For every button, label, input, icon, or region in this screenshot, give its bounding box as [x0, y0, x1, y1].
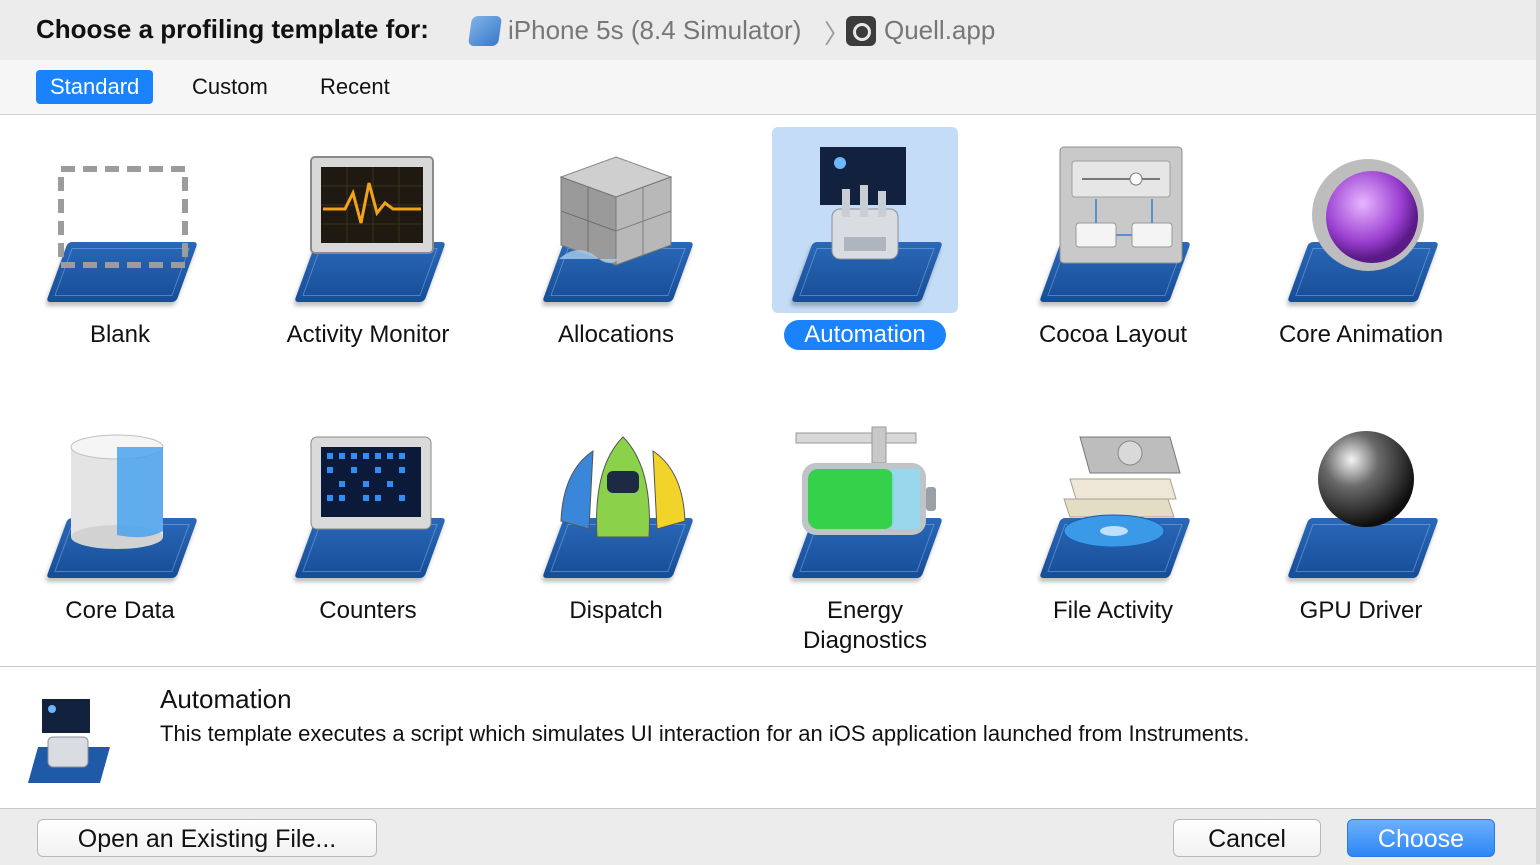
counters-icon [310, 436, 432, 530]
energy-diagnostics-icon [795, 426, 936, 535]
template-label: Counters [319, 597, 417, 624]
template-tile[interactable] [523, 403, 709, 589]
template-file-activity[interactable]: File Activity [993, 391, 1233, 661]
template-tile[interactable] [27, 403, 213, 589]
cocoa-layout-icon [1059, 146, 1183, 264]
template-label: Core Animation [1278, 321, 1444, 348]
template-label: Allocations [557, 321, 675, 348]
app-label: Quell.app [884, 15, 996, 45]
device-label: iPhone 5s (8.4 Simulator) [508, 15, 802, 45]
tab-recent[interactable]: Recent [306, 70, 404, 104]
template-counters[interactable]: Counters [248, 391, 488, 661]
file-activity-icon [1063, 436, 1181, 548]
core-animation-icon [1312, 159, 1424, 271]
template-tile[interactable] [1020, 403, 1206, 589]
template-label-line2: Diagnostics [802, 627, 928, 654]
template-tile-selected[interactable] [772, 127, 958, 313]
template-label-line1: Energy [826, 597, 904, 624]
template-tile[interactable] [1268, 127, 1454, 313]
tab-custom[interactable]: Custom [178, 70, 282, 104]
simulator-device-icon [467, 15, 503, 46]
template-core-animation[interactable]: Core Animation [1241, 115, 1481, 385]
template-dispatch[interactable]: Dispatch [496, 391, 736, 661]
template-label: Core Data [65, 597, 175, 624]
breadcrumb-device[interactable]: iPhone 5s (8.4 Simulator) [467, 15, 802, 46]
dialog-footer: Open an Existing File... Cancel Choose [0, 808, 1540, 865]
dialog-title: Choose a profiling template for: [36, 14, 429, 44]
template-tile[interactable] [275, 127, 461, 313]
template-allocations[interactable]: Allocations [496, 115, 736, 385]
allocations-icon [559, 156, 673, 266]
template-tile[interactable] [27, 127, 213, 313]
dispatch-icon [560, 436, 686, 538]
gpu-driver-icon [1318, 431, 1414, 527]
template-tile[interactable] [1020, 127, 1206, 313]
blank-icon [58, 166, 188, 268]
tab-bar: Standard Custom Recent [0, 60, 1540, 170]
choose-button[interactable]: Choose [1347, 819, 1495, 857]
template-label: GPU Driver [1299, 597, 1423, 624]
template-tile[interactable] [1268, 403, 1454, 589]
template-label: File Activity [1052, 597, 1174, 624]
tab-standard[interactable]: Standard [36, 70, 154, 104]
template-tile[interactable] [772, 403, 958, 589]
template-grid: Blank Activity Monitor Allocations Autom… [0, 115, 1540, 665]
automation-icon [820, 147, 906, 260]
cancel-button[interactable]: Cancel [1173, 819, 1321, 857]
activity-monitor-icon [310, 156, 434, 254]
template-label-selected: Automation [784, 320, 946, 350]
template-energy-diagnostics[interactable]: Energy Diagnostics [745, 391, 985, 661]
core-data-icon [70, 434, 164, 549]
template-gpu-driver[interactable]: GPU Driver [1241, 391, 1481, 661]
window-edge [1536, 0, 1540, 864]
template-activity-monitor[interactable]: Activity Monitor [248, 115, 488, 385]
template-automation[interactable]: Automation [745, 115, 985, 385]
description-text: This template executes a script which si… [160, 721, 1250, 746]
template-blank[interactable]: Blank [0, 115, 240, 385]
template-label: Activity Monitor [286, 321, 450, 348]
open-existing-file-button[interactable]: Open an Existing File... [37, 819, 377, 857]
template-tile[interactable] [523, 127, 709, 313]
template-description-panel: Automation This template executes a scri… [0, 666, 1540, 809]
template-label: Cocoa Layout [1038, 321, 1188, 348]
description-title: Automation [160, 684, 292, 714]
app-icon [846, 15, 876, 46]
automation-icon [28, 699, 110, 783]
dialog-header: Choose a profiling template for: iPhone … [0, 0, 1540, 60]
template-label: Energy Diagnostics [783, 596, 947, 656]
template-core-data[interactable]: Core Data [0, 391, 240, 661]
breadcrumb-app[interactable]: Quell.app [846, 15, 995, 46]
template-label: Blank [89, 321, 151, 348]
template-cocoa-layout[interactable]: Cocoa Layout [993, 115, 1233, 385]
template-label: Dispatch [569, 597, 663, 624]
template-tile[interactable] [275, 403, 461, 589]
